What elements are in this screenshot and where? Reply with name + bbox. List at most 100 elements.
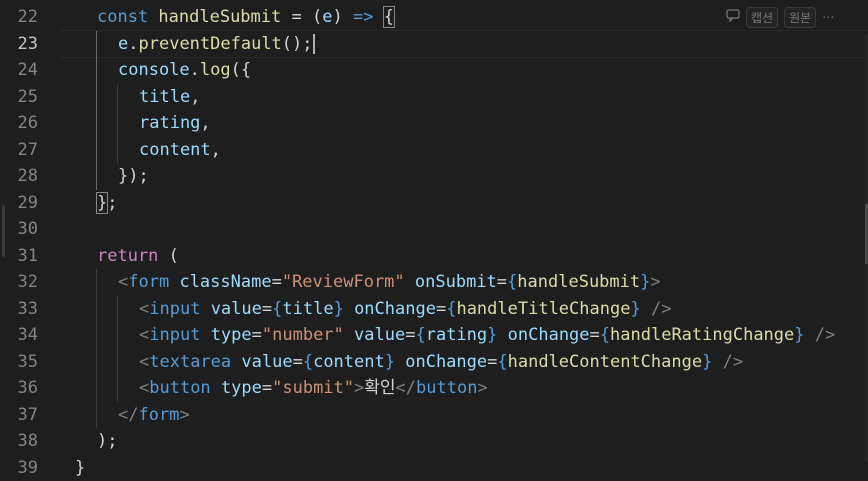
code-line[interactable]: 27content, — [0, 137, 868, 164]
code-token: e — [322, 7, 332, 27]
code-token: input — [149, 299, 200, 319]
code-token: = — [272, 272, 282, 292]
code-content: </form> — [118, 402, 190, 429]
code-line[interactable]: 30 — [0, 216, 868, 243]
code-token: handleContentChange — [508, 352, 702, 372]
indent-guide — [117, 110, 118, 137]
code-token — [405, 272, 415, 292]
code-token: = — [252, 325, 262, 345]
code-token: /> — [651, 299, 671, 319]
code-token: } — [702, 352, 712, 372]
code-token: button — [149, 378, 210, 398]
indent-guide — [96, 322, 97, 349]
code-content: } — [75, 455, 85, 481]
code-content: }); — [118, 163, 149, 190]
code-line[interactable]: 26rating, — [0, 110, 868, 137]
indent-guide — [117, 84, 118, 111]
code-token — [373, 7, 383, 27]
code-token: = — [281, 7, 312, 27]
code-content: <input type="number" value={rating} onCh… — [139, 322, 835, 349]
code-line[interactable]: 25 title, — [0, 84, 868, 111]
code-token: < — [139, 299, 149, 319]
line-number: 34 — [0, 322, 38, 349]
code-token: }); — [118, 166, 149, 186]
line-number: 22 — [0, 4, 38, 31]
code-token: content — [139, 140, 211, 160]
code-token: } — [794, 325, 804, 345]
code-token: = — [262, 378, 272, 398]
code-token: input — [149, 325, 200, 345]
code-content: <input value={title} onChange={handleTit… — [139, 296, 671, 323]
code-token: rating — [426, 325, 487, 345]
code-token: ; — [107, 193, 117, 213]
code-token: { — [497, 352, 507, 372]
code-content: <form className="ReviewForm" onSubmit={h… — [118, 269, 661, 296]
code-line[interactable]: 39} — [0, 455, 868, 481]
code-token: console — [118, 60, 190, 80]
code-line[interactable]: 34<input type="number" value={rating} on… — [0, 322, 868, 349]
line-number: 30 — [0, 216, 38, 243]
code-content: return ( — [97, 243, 179, 270]
indent-guide — [96, 349, 97, 376]
indent-guide — [117, 296, 118, 323]
code-line[interactable]: 28}); — [0, 163, 868, 190]
code-token: onChange — [405, 352, 487, 372]
line-number: 24 — [0, 57, 38, 84]
code-token: => — [353, 7, 373, 27]
line-number: 39 — [0, 455, 38, 481]
code-content: title, — [139, 84, 200, 111]
code-token: /> — [723, 352, 743, 372]
line-number: 26 — [0, 110, 38, 137]
code-token — [344, 299, 354, 319]
code-token: handleRatingChange — [610, 325, 794, 345]
indent-guide — [96, 57, 97, 84]
code-line[interactable]: 32<form className="ReviewForm" onSubmit=… — [0, 269, 868, 296]
code-token: , — [211, 140, 221, 160]
code-line[interactable]: 24console.log({ — [0, 57, 868, 84]
indent-guide — [96, 110, 97, 137]
code-token: < — [139, 378, 149, 398]
code-line[interactable]: 36<button type="submit">확인</button> — [0, 375, 868, 402]
code-token: { — [600, 325, 610, 345]
code-token: title — [282, 299, 333, 319]
code-token: type — [221, 378, 262, 398]
code-line[interactable]: 23e.preventDefault(); — [0, 31, 868, 58]
code-token: = — [436, 299, 446, 319]
code-line[interactable]: 33<input value={title} onChange={handleT… — [0, 296, 868, 323]
code-line[interactable]: 37</form> — [0, 402, 868, 429]
code-token: /> — [815, 325, 835, 345]
code-token: } — [334, 299, 344, 319]
code-token: < — [139, 325, 149, 345]
code-line[interactable]: 35<textarea value={content} onChange={ha… — [0, 349, 868, 376]
code-token: } — [640, 272, 650, 292]
code-line[interactable]: 29}; — [0, 190, 868, 217]
line-number: 29 — [0, 190, 38, 217]
comment-icon[interactable] — [726, 9, 740, 25]
code-token: , — [190, 87, 200, 107]
code-token: preventDefault — [139, 34, 282, 54]
code-token: < — [118, 272, 128, 292]
code-token — [641, 299, 651, 319]
indent-guide — [96, 375, 97, 402]
code-token — [231, 352, 241, 372]
indent-guide — [117, 322, 118, 349]
line-number: 25 — [0, 84, 38, 111]
code-token: } — [630, 299, 640, 319]
code-line[interactable]: 38); — [0, 428, 868, 455]
original-button[interactable]: 원본 — [784, 7, 816, 28]
text-cursor — [313, 34, 315, 54]
code-token: > — [477, 378, 487, 398]
caption-button[interactable]: 캡션 — [746, 7, 778, 28]
code-line[interactable]: 31return ( — [0, 243, 868, 270]
code-content: e.preventDefault(); — [118, 31, 315, 58]
code-content: ); — [97, 428, 117, 455]
code-editor[interactable]: 22const handleSubmit = (e) => {23e.preve… — [0, 0, 868, 461]
code-token: className — [179, 272, 271, 292]
code-token: , — [200, 113, 210, 133]
code-token: onChange — [508, 325, 590, 345]
more-icon[interactable]: ⋯ — [822, 10, 834, 24]
code-token: "submit" — [272, 378, 354, 398]
code-token: { — [446, 299, 456, 319]
code-token: . — [190, 60, 200, 80]
code-token: { — [384, 7, 394, 27]
